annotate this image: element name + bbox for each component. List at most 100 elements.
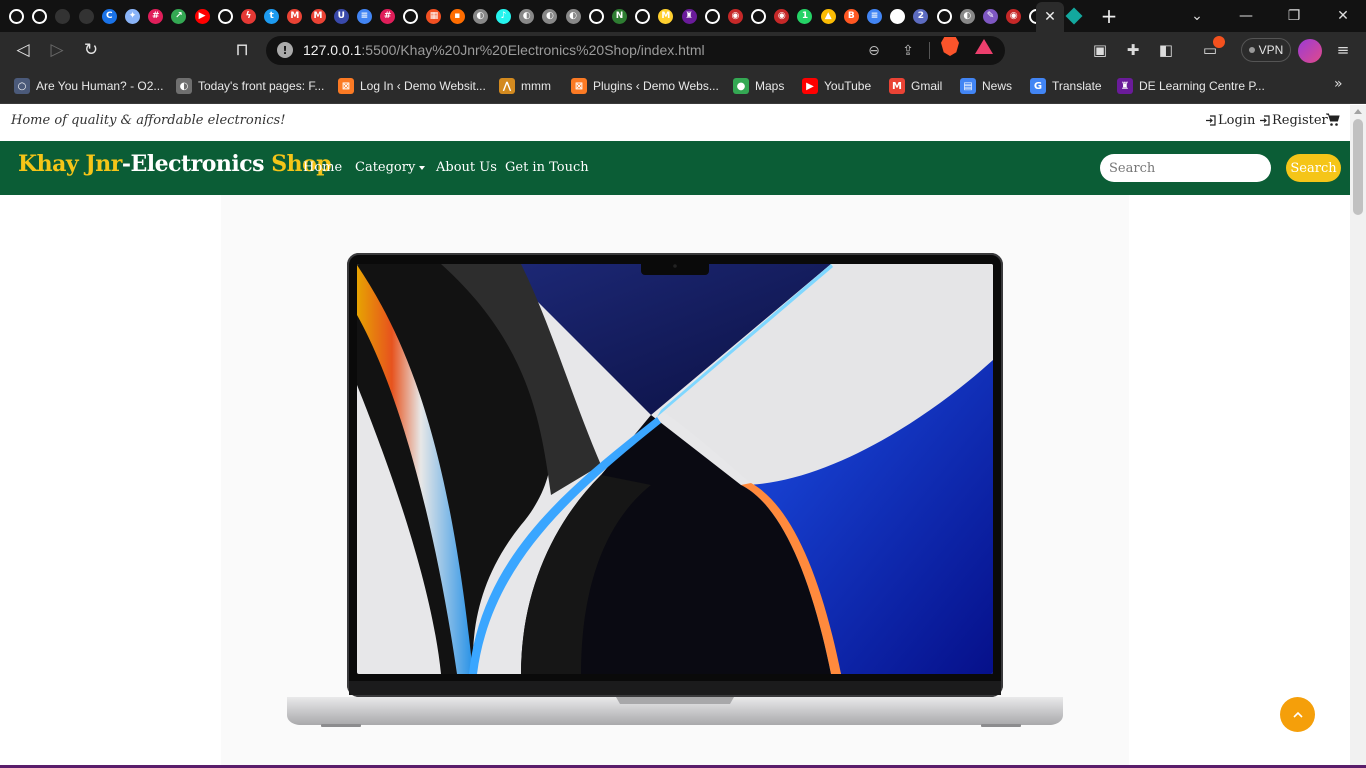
tab-favicon[interactable]: ≡ [863, 0, 886, 32]
tab-favicon[interactable]: B [840, 0, 863, 32]
minimize-button[interactable]: — [1231, 4, 1261, 28]
tab-favicon[interactable]: ✎ [979, 0, 1002, 32]
search-button[interactable]: Search [1286, 154, 1341, 182]
sidebar-icon[interactable]: ◧ [1155, 39, 1177, 61]
tab-favicon[interactable] [28, 0, 51, 32]
profile-avatar[interactable] [1298, 39, 1322, 63]
tab-favicon[interactable] [5, 0, 28, 32]
extensions-icon[interactable]: ✚ [1122, 39, 1144, 61]
address-bar[interactable]: ! 127.0.0.1:5500/Khay%20Jnr%20Electronic… [266, 36, 1005, 65]
forward-button[interactable]: ▷ [44, 38, 70, 62]
tab-favicon[interactable]: ▪ [446, 0, 469, 32]
scroll-up-arrow-icon[interactable] [1354, 109, 1362, 114]
bookmark-item[interactable]: ● Maps [733, 75, 784, 97]
nav-contact[interactable]: Get in Touch [505, 160, 589, 175]
active-tab[interactable]: ✕ [1036, 2, 1064, 32]
tab-favicon[interactable] [585, 0, 608, 32]
tab-favicon[interactable]: ○ [886, 0, 909, 32]
bookmark-item[interactable]: ▤ News [960, 75, 1012, 97]
reload-button[interactable]: ↻ [78, 38, 104, 62]
shopping-cart-icon[interactable] [1326, 113, 1340, 127]
wallet-stack-icon[interactable]: ▣ [1089, 39, 1111, 61]
squares-icon: ▪ [449, 8, 465, 24]
tab-favicon[interactable]: t [260, 0, 283, 32]
nav-about[interactable]: About Us [436, 160, 497, 175]
tab-favicon[interactable]: M [306, 0, 329, 32]
tab-favicon[interactable]: ◐ [562, 0, 585, 32]
notification-icon: 2 [913, 8, 929, 24]
bookmark-page-button[interactable]: ⊓ [229, 38, 255, 62]
nav-home[interactable]: Home [303, 160, 342, 175]
tab-favicon[interactable]: M [654, 0, 677, 32]
url-text[interactable]: 127.0.0.1:5500/Khay%20Jnr%20Electronics%… [303, 42, 705, 58]
nav-category[interactable]: Category [355, 160, 426, 175]
tab-favicon[interactable] [933, 0, 956, 32]
n-icon: N [611, 8, 627, 24]
tab-favicon[interactable]: M [283, 0, 306, 32]
close-tab-icon[interactable]: ✕ [1044, 9, 1056, 25]
tab-favicon[interactable]: ✦ [121, 0, 144, 32]
tab-favicon[interactable]: ◐ [515, 0, 538, 32]
share-icon[interactable]: ⇪ [898, 41, 918, 61]
tab-favicon[interactable]: U [330, 0, 353, 32]
tab-favicon[interactable]: ◉ [770, 0, 793, 32]
bookmark-item[interactable]: ◐ Today's front pages: F... [176, 75, 324, 97]
tab-favicon[interactable]: ≡ [353, 0, 376, 32]
new-tab-button[interactable]: + [1096, 4, 1122, 28]
tab-favicon[interactable]: ▶ [191, 0, 214, 32]
restore-button[interactable]: ❐ [1279, 4, 1309, 28]
bookmark-item[interactable]: ⋀ mmm [499, 75, 551, 97]
tab-favicon[interactable] [214, 0, 237, 32]
brave-rewards-icon[interactable] [975, 39, 993, 54]
tab-favicon[interactable]: ▲ [817, 0, 840, 32]
close-window-button[interactable]: ✕ [1328, 4, 1358, 28]
tab-favicon[interactable]: ◐ [956, 0, 979, 32]
bookmark-item[interactable]: ♜ DE Learning Centre P... [1117, 75, 1265, 97]
tab-favicon[interactable]: 1 [793, 0, 816, 32]
diamond-icon[interactable] [1065, 7, 1083, 25]
vpn-button[interactable]: VPN [1241, 38, 1291, 62]
github-icon [9, 8, 25, 24]
tab-favicon[interactable]: ◉ [724, 0, 747, 32]
bookmark-item[interactable]: ▶ YouTube [802, 75, 871, 97]
brand-logo[interactable]: Khay Jnr-Electronics Shop [18, 151, 332, 177]
tab-favicon[interactable]: ◐ [538, 0, 561, 32]
scroll-to-top-button[interactable] [1280, 697, 1315, 732]
tab-favicon[interactable]: ◉ [1002, 0, 1025, 32]
tab-favicon[interactable] [747, 0, 770, 32]
web-page: Home of quality & affordable electronics… [0, 105, 1366, 768]
tab-favicon[interactable]: # [376, 0, 399, 32]
tab-favicon[interactable]: C [98, 0, 121, 32]
search-input[interactable] [1100, 154, 1271, 182]
scrollbar-thumb[interactable] [1353, 119, 1363, 215]
more-bookmarks-icon[interactable]: » [1334, 76, 1343, 92]
login-link[interactable]: Login [1206, 113, 1255, 128]
tab-favicon[interactable]: 2 [909, 0, 932, 32]
page-scrollbar[interactable] [1350, 105, 1366, 768]
tab-favicon[interactable] [631, 0, 654, 32]
back-button[interactable]: ◁ [10, 38, 36, 62]
tab-favicon[interactable]: ♪ [492, 0, 515, 32]
tab-favicon[interactable] [399, 0, 422, 32]
browser-menu-icon[interactable]: ≡ [1332, 39, 1354, 61]
tab-search-button[interactable]: ⌄ [1182, 4, 1212, 28]
bookmark-item[interactable]: M Gmail [889, 75, 942, 97]
tab-favicon[interactable]: # [144, 0, 167, 32]
bookmark-item[interactable]: ⊠ Plugins ‹ Demo Webs... [571, 75, 719, 97]
tab-favicon[interactable] [75, 0, 98, 32]
tab-favicon[interactable]: ▦ [422, 0, 445, 32]
tab-favicon[interactable]: N [608, 0, 631, 32]
tab-favicon[interactable]: ♜ [677, 0, 700, 32]
tab-favicon[interactable]: ↗ [167, 0, 190, 32]
tab-favicon[interactable]: ϟ [237, 0, 260, 32]
bookmark-item[interactable]: G Translate [1030, 75, 1102, 97]
bookmark-item[interactable]: ⊠ Log In ‹ Demo Websit... [338, 75, 486, 97]
tab-favicon[interactable]: ◐ [469, 0, 492, 32]
site-info-icon[interactable]: ! [277, 42, 293, 58]
tab-favicon[interactable] [51, 0, 74, 32]
drive-icon: ▲ [820, 8, 836, 24]
tab-favicon[interactable] [701, 0, 724, 32]
register-link[interactable]: Register [1260, 113, 1328, 128]
zoom-icon[interactable]: ⊖ [864, 41, 884, 61]
bookmark-item[interactable]: ○ Are You Human? - O2... [14, 75, 163, 97]
